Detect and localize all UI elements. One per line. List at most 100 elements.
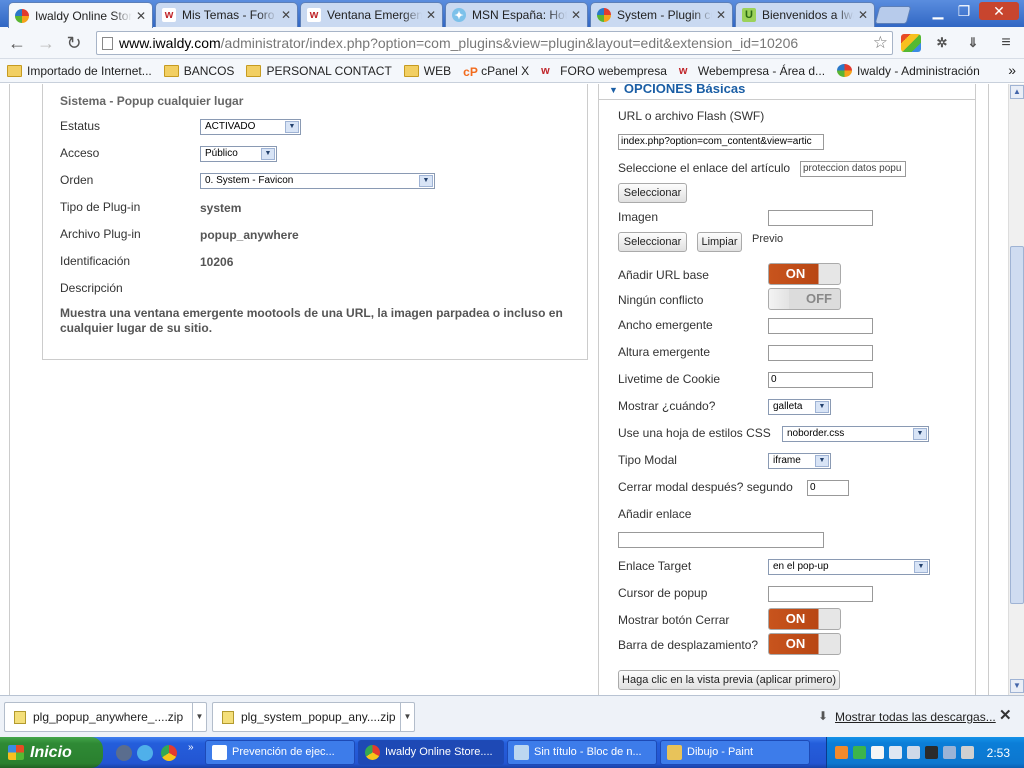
close-tab-icon[interactable]: ✕ bbox=[426, 8, 436, 22]
bookmark-star-icon[interactable]: ☆ bbox=[873, 32, 888, 54]
select-image-button[interactable]: Seleccionar bbox=[618, 232, 687, 252]
reload-icon[interactable]: ↻ bbox=[63, 33, 85, 53]
modal-type-select[interactable]: iframe ▼ bbox=[768, 453, 831, 469]
close-tab-icon[interactable]: ✕ bbox=[136, 9, 146, 23]
url-input[interactable]: index.php?option=com_content&view=artic bbox=[618, 134, 824, 150]
tab-iwaldy-store[interactable]: Iwaldy Online Store ✕ bbox=[8, 2, 153, 28]
cursor-input[interactable] bbox=[768, 586, 873, 602]
bookmark-folder-importado[interactable]: Importado de Internet... bbox=[7, 64, 152, 78]
chevron-down-icon: ▼ bbox=[261, 148, 275, 160]
add-link-input[interactable] bbox=[618, 532, 824, 548]
forward-arrow-icon[interactable]: → bbox=[35, 33, 57, 53]
cookie-input[interactable]: 0 bbox=[768, 372, 873, 388]
preview-apply-button[interactable]: Haga clic en la vista previa (aplicar pr… bbox=[618, 670, 840, 690]
webempresa-icon: w bbox=[541, 64, 550, 77]
bookmark-webempresa-area[interactable]: w Webempresa - Área d... bbox=[679, 64, 825, 78]
css-select[interactable]: noborder.css ▼ bbox=[782, 426, 929, 442]
tray-icon[interactable] bbox=[943, 746, 956, 759]
tab-ventana-emergente[interactable]: w Ventana Emergente ✕ bbox=[300, 2, 443, 27]
right-border bbox=[988, 84, 989, 695]
chevron-down-icon[interactable]: ▼ bbox=[400, 703, 414, 731]
zip-file-icon bbox=[14, 711, 26, 724]
bookmark-folder-personal-contact[interactable]: PERSONAL CONTACT bbox=[246, 64, 392, 78]
close-tab-icon[interactable]: ✕ bbox=[858, 8, 868, 22]
show-when-label: Mostrar ¿cuándo? bbox=[618, 399, 716, 413]
tab-bienvenidos[interactable]: U Bienvenidos a Iwaldy ✕ bbox=[735, 2, 875, 27]
page-content: Sistema - Popup cualquier lugar Estatus … bbox=[0, 84, 1024, 695]
tray-icon[interactable] bbox=[907, 746, 920, 759]
show-close-toggle[interactable]: ON bbox=[768, 608, 841, 630]
access-select[interactable]: Público ▼ bbox=[200, 146, 277, 162]
page-icon bbox=[102, 37, 113, 50]
cursor-label: Cursor de popup bbox=[618, 586, 708, 600]
article-input[interactable]: proteccion datos popu bbox=[800, 161, 906, 177]
taskbar-window-prevencion[interactable]: Prevención de ejec... bbox=[205, 740, 355, 765]
scrollbar-toggle[interactable]: ON bbox=[768, 633, 841, 655]
close-tab-icon[interactable]: ✕ bbox=[716, 8, 726, 22]
volume-icon[interactable] bbox=[961, 746, 974, 759]
scroll-up-icon[interactable]: ▲ bbox=[1010, 85, 1024, 99]
tray-icon[interactable] bbox=[925, 746, 938, 759]
start-button[interactable]: Inicio bbox=[0, 737, 103, 768]
close-downloads-icon[interactable]: ✕ bbox=[999, 706, 1012, 724]
close-tab-icon[interactable]: ✕ bbox=[571, 8, 581, 22]
triangle-down-icon: ▼ bbox=[609, 85, 618, 95]
close-tab-icon[interactable]: ✕ bbox=[281, 8, 291, 22]
bookmarks-overflow-icon[interactable]: » bbox=[1008, 62, 1016, 78]
show-when-select[interactable]: galleta ▼ bbox=[768, 399, 831, 415]
chrome-icon[interactable] bbox=[161, 745, 177, 761]
bookmark-folder-bancos[interactable]: BANCOS bbox=[163, 64, 234, 78]
base-url-toggle[interactable]: ON bbox=[768, 263, 841, 285]
tray-icon[interactable] bbox=[889, 746, 902, 759]
download-item[interactable]: plg_system_popup_any....zip ▼ bbox=[212, 702, 415, 732]
id-label: Identificación bbox=[60, 254, 131, 268]
new-tab-button[interactable] bbox=[874, 6, 912, 24]
bookmark-iwaldy-admin[interactable]: Iwaldy - Administración bbox=[837, 64, 980, 78]
back-arrow-icon[interactable]: ← bbox=[6, 33, 28, 53]
show-all-downloads-link[interactable]: Mostrar todas las descargas... bbox=[835, 710, 996, 724]
download-extension-icon[interactable]: ⇓ bbox=[963, 34, 983, 52]
address-bar[interactable]: www.iwaldy.com/administrator/index.php?o… bbox=[96, 31, 893, 55]
scroll-thumb[interactable] bbox=[1010, 246, 1024, 604]
chevron-down-icon: ▼ bbox=[815, 401, 829, 413]
extension-icon[interactable] bbox=[901, 34, 921, 52]
chevron-down-icon[interactable]: ▼ bbox=[192, 703, 206, 731]
css-value: noborder.css bbox=[787, 428, 845, 439]
type-label: Tipo de Plug-in bbox=[60, 200, 141, 214]
page-scrollbar[interactable]: ▲ ▼ bbox=[1008, 84, 1024, 695]
tab-system-plugin[interactable]: System - Plugin cu ✕ bbox=[590, 2, 733, 27]
bookmark-foro-webempresa[interactable]: w FORO webempresa bbox=[541, 64, 667, 78]
tab-title: System - Plugin cu bbox=[617, 8, 712, 22]
quicklaunch-icon[interactable] bbox=[116, 745, 132, 761]
taskbar-window-paint[interactable]: Dibujo - Paint bbox=[660, 740, 810, 765]
close-window-icon[interactable]: ✕ bbox=[979, 2, 1019, 20]
download-item[interactable]: plg_popup_anywhere_....zip ▼ bbox=[4, 702, 207, 732]
width-input[interactable] bbox=[768, 318, 873, 334]
clear-image-button[interactable]: Limpiar bbox=[697, 232, 742, 252]
close-after-input[interactable]: 0 bbox=[807, 480, 849, 496]
status-select[interactable]: ACTIVADO ▼ bbox=[200, 119, 301, 135]
target-select[interactable]: en el pop-up ▼ bbox=[768, 559, 930, 575]
height-input[interactable] bbox=[768, 345, 873, 361]
quicklaunch-more-icon[interactable]: » bbox=[188, 742, 194, 753]
tab-msn[interactable]: ✦ MSN España: Hotmail ✕ bbox=[445, 2, 588, 27]
taskbar-window-notepad[interactable]: Sin título - Bloc de n... bbox=[507, 740, 657, 765]
restore-icon[interactable]: ❐ bbox=[953, 2, 975, 20]
minimize-icon[interactable]: ▁ bbox=[927, 2, 949, 20]
image-input[interactable] bbox=[768, 210, 873, 226]
tray-icon[interactable] bbox=[853, 746, 866, 759]
tray-icon[interactable] bbox=[871, 746, 884, 759]
bug-icon[interactable]: ✲ bbox=[932, 34, 952, 52]
no-conflict-toggle[interactable]: OFF bbox=[768, 288, 841, 310]
scroll-down-icon[interactable]: ▼ bbox=[1010, 679, 1024, 693]
tab-mis-temas[interactable]: w Mis Temas - Foro ✕ bbox=[155, 2, 298, 27]
select-article-button[interactable]: Seleccionar bbox=[618, 183, 687, 203]
taskbar-window-iwaldy[interactable]: Iwaldy Online Store.... bbox=[358, 740, 504, 765]
order-select[interactable]: 0. System - Favicon ▼ bbox=[200, 173, 435, 189]
options-header[interactable]: ▼ OPCIONES Básicas bbox=[599, 84, 975, 100]
bookmark-cpanel[interactable]: cP cPanel X bbox=[463, 64, 529, 79]
tray-icon[interactable] bbox=[835, 746, 848, 759]
ie-icon[interactable] bbox=[137, 745, 153, 761]
wrench-menu-icon[interactable]: ≡ bbox=[996, 34, 1016, 52]
bookmark-folder-web[interactable]: WEB bbox=[403, 64, 451, 78]
